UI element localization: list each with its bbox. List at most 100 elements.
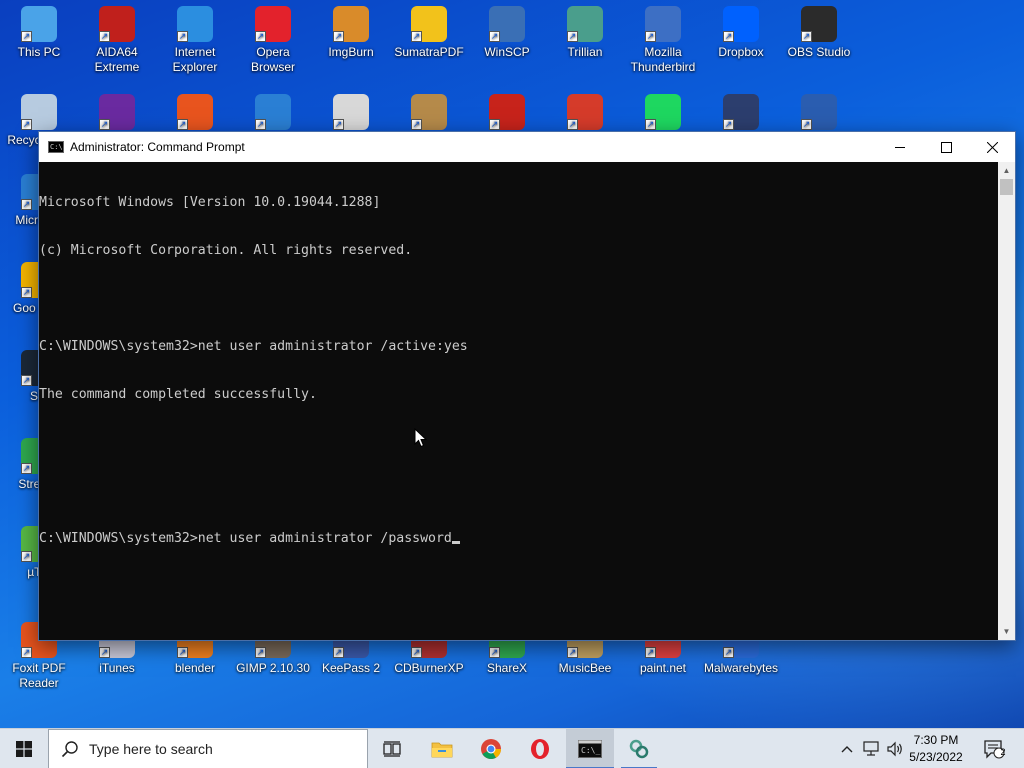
search-box[interactable]: Type here to search	[48, 729, 368, 768]
desktop-icon-label: blender	[174, 661, 216, 675]
opera-icon	[531, 739, 549, 759]
console-current-command: C:\WINDOWS\system32>net user administrat…	[39, 531, 452, 546]
shortcut-arrow-icon: ↗	[255, 119, 266, 130]
desktop-icon-label: Dropbox	[718, 45, 764, 59]
app-icon: ↗	[21, 6, 57, 42]
shortcut-arrow-icon: ↗	[99, 31, 110, 42]
scroll-down-arrow-icon[interactable]: ▼	[998, 623, 1015, 640]
maximize-button[interactable]	[923, 132, 969, 162]
desktop-icon-label: Mozilla Thunderbird	[630, 45, 696, 74]
desktop-icon-r2-7[interactable]: ↗	[547, 94, 623, 133]
shortcut-arrow-icon: ↗	[489, 647, 500, 658]
desktop-icon-label: ShareX	[486, 661, 528, 675]
window-titlebar[interactable]: C:\ Administrator: Command Prompt	[39, 132, 1015, 162]
app-icon: ↗	[21, 94, 57, 130]
desktop-icon-label: Internet Explorer	[172, 45, 218, 74]
shortcut-arrow-icon: ↗	[723, 31, 734, 42]
app-icon: ↗	[801, 6, 837, 42]
shortcut-arrow-icon: ↗	[177, 647, 188, 658]
clock[interactable]: 7:30 PM 5/23/2022	[906, 732, 966, 766]
command-prompt-window[interactable]: C:\ Administrator: Command Prompt Micros…	[38, 131, 1016, 641]
desktop-icon-label: AIDA64 Extreme	[94, 45, 140, 74]
desktop-icon-7[interactable]: ↗ Trillian	[547, 6, 623, 60]
text-cursor	[451, 541, 460, 544]
shortcut-arrow-icon: ↗	[21, 119, 32, 130]
desktop-icon-r2-10[interactable]: ↗	[781, 94, 857, 133]
shortcut-arrow-icon: ↗	[255, 31, 266, 42]
folder-icon	[431, 742, 453, 758]
shortcut-arrow-icon: ↗	[21, 463, 32, 474]
desktop-icon-r2-1[interactable]: ↗	[79, 94, 155, 133]
desktop-icon-6[interactable]: ↗ WinSCP	[469, 6, 545, 60]
shortcut-arrow-icon: ↗	[723, 647, 734, 658]
shortcut-arrow-icon: ↗	[645, 647, 656, 658]
desktop-icon-0[interactable]: ↗ This PC	[1, 6, 77, 60]
desktop-icon-r2-9[interactable]: ↗	[703, 94, 779, 133]
desktop-icon-8[interactable]: ↗ Mozilla Thunderbird	[625, 6, 701, 75]
taskbar-command-prompt[interactable]: C:\_	[566, 729, 614, 768]
shortcut-arrow-icon: ↗	[801, 119, 812, 130]
shortcut-arrow-icon: ↗	[723, 119, 734, 130]
app-icon: ↗	[723, 94, 759, 130]
shortcut-arrow-icon: ↗	[645, 119, 656, 130]
desktop-icon-10[interactable]: ↗ OBS Studio	[781, 6, 857, 60]
desktop-icon-label: GIMP 2.10.30	[236, 661, 310, 675]
app-icon: ↗	[801, 94, 837, 130]
action-center-button[interactable]: 2	[976, 729, 1012, 768]
desktop-icon-4[interactable]: ↗ ImgBurn	[313, 6, 389, 60]
desktop-icon-label: Foxit PDF Reader	[12, 661, 66, 690]
app-icon: ↗	[489, 94, 525, 130]
shortcut-arrow-icon: ↗	[177, 119, 188, 130]
maximize-icon	[940, 141, 952, 153]
desktop-icon-r2-5[interactable]: ↗	[391, 94, 467, 133]
taskbar-file-explorer[interactable]	[418, 729, 466, 768]
desktop-icon-r2-4[interactable]: ↗	[313, 94, 389, 133]
desktop-icon-r2-8[interactable]: ↗	[625, 94, 701, 133]
network-button[interactable]	[860, 729, 882, 768]
clock-date: 5/23/2022	[909, 750, 963, 764]
desktop-icon-r2-3[interactable]: ↗	[235, 94, 311, 133]
desktop-icon-5[interactable]: ↗ SumatraPDF	[391, 6, 467, 60]
desktop-icon-r2-6[interactable]: ↗	[469, 94, 545, 133]
desktop-icon-label: Opera Browser	[250, 45, 295, 74]
desktop-icon-2[interactable]: ↗ Internet Explorer	[157, 6, 233, 75]
start-button[interactable]	[0, 729, 48, 768]
shortcut-arrow-icon: ↗	[21, 31, 32, 42]
app-icon: ↗	[177, 6, 213, 42]
shortcut-arrow-icon: ↗	[21, 287, 32, 298]
task-view-button[interactable]	[370, 729, 414, 768]
show-hidden-icons-button[interactable]	[836, 729, 858, 768]
minimize-button[interactable]	[877, 132, 923, 162]
shortcut-arrow-icon: ↗	[177, 31, 188, 42]
desktop-icon-9[interactable]: ↗ Dropbox	[703, 6, 779, 60]
desktop: ↗ This PC ↗ AIDA64 Extreme ↗ Internet Explore…	[0, 0, 1024, 728]
volume-button[interactable]	[884, 729, 906, 768]
shortcut-arrow-icon: ↗	[21, 551, 32, 562]
desktop-icon-3[interactable]: ↗ Opera Browser	[235, 6, 311, 75]
shortcut-arrow-icon: ↗	[333, 31, 344, 42]
taskbar-opera[interactable]	[516, 729, 564, 768]
app-icon: ↗	[333, 6, 369, 42]
desktop-icon-r2-2[interactable]: ↗	[157, 94, 233, 133]
taskbar-trillian[interactable]	[615, 729, 663, 768]
vertical-scrollbar[interactable]: ▲ ▼	[998, 162, 1015, 640]
app-icon: ↗	[411, 94, 447, 130]
console-output[interactable]: Microsoft Windows [Version 10.0.19044.12…	[39, 162, 998, 640]
desktop-icon-1[interactable]: ↗ AIDA64 Extreme	[79, 6, 155, 75]
taskbar: Type here to search C:\_ 7:30 PM 5/23/20…	[0, 728, 1024, 768]
chrome-icon	[481, 739, 502, 760]
shortcut-arrow-icon: ↗	[411, 647, 422, 658]
console-input-line[interactable]: C:\WINDOWS\system32>net user administrat…	[39, 531, 998, 547]
console-line: The command completed successfully.	[39, 387, 317, 402]
app-icon: ↗	[567, 94, 603, 130]
mouse-pointer-icon	[414, 428, 428, 448]
shortcut-arrow-icon: ↗	[567, 31, 578, 42]
close-button[interactable]	[969, 132, 1015, 162]
taskbar-chrome[interactable]	[467, 729, 515, 768]
windows-logo-icon	[16, 741, 32, 757]
scroll-up-arrow-icon[interactable]: ▲	[998, 162, 1015, 179]
scroll-thumb[interactable]	[1000, 179, 1013, 195]
shortcut-arrow-icon: ↗	[411, 119, 422, 130]
